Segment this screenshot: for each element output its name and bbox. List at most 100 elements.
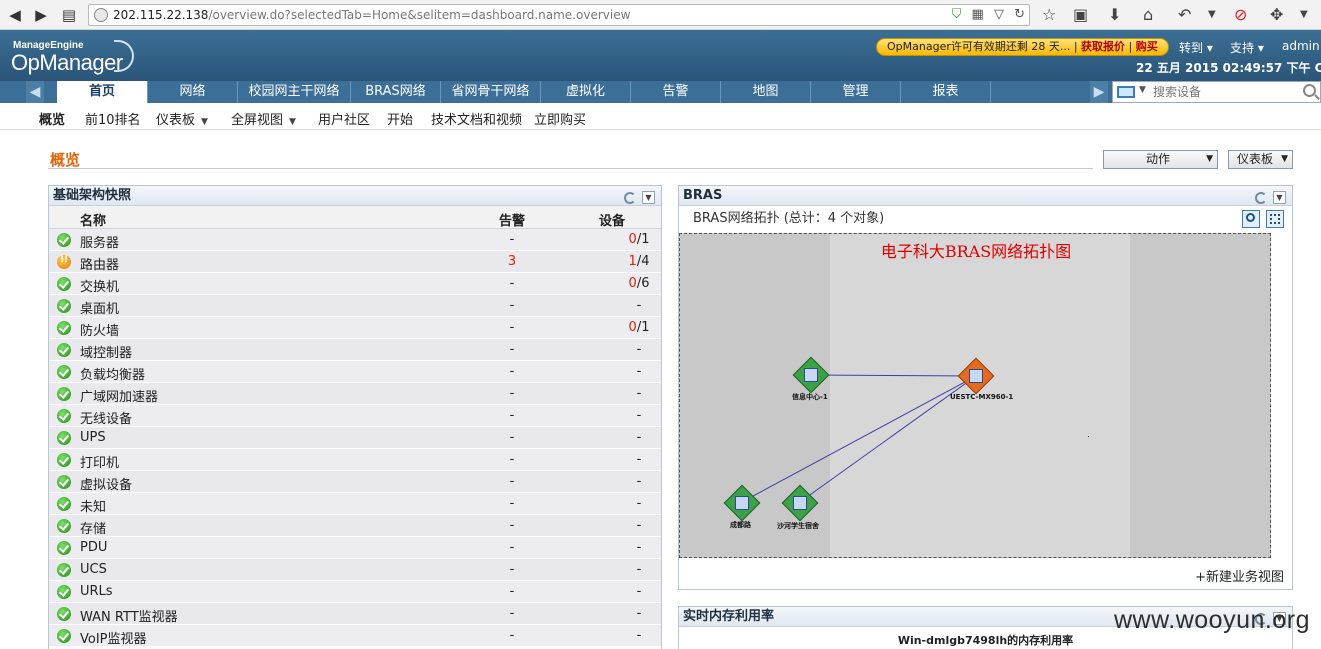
nav-scroll-left-icon[interactable]: ◀ [26, 81, 44, 103]
alarm-count[interactable]: - [489, 386, 535, 401]
device-search-input[interactable] [1153, 84, 1298, 100]
device-count[interactable]: - [609, 342, 669, 357]
tab-campus-backbone[interactable]: 校园网主干网络 [237, 81, 350, 103]
category-name[interactable]: PDU [80, 540, 107, 555]
subnav-dashboard[interactable]: 仪表板 ▼ [156, 109, 208, 128]
device-count[interactable]: 0/1 [609, 232, 669, 247]
category-name[interactable]: 路由器 [80, 254, 119, 273]
device-count[interactable]: 1/4 [609, 254, 669, 269]
device-count[interactable]: - [609, 518, 669, 533]
alarm-count[interactable]: - [489, 496, 535, 511]
get-quote-link[interactable]: 获取报价 [1081, 40, 1125, 53]
table-row[interactable]: 防火墙 -0/1 [49, 317, 661, 339]
support-menu[interactable]: 支持 ▾ [1230, 39, 1264, 56]
category-name[interactable]: 无线设备 [80, 408, 132, 427]
alarm-count[interactable]: - [489, 342, 535, 357]
nav-scroll-right-icon[interactable]: ▶ [1090, 81, 1108, 103]
undo-icon[interactable]: ↶ [1178, 4, 1191, 26]
dropdown-icon[interactable]: ▽ [994, 7, 1004, 22]
brand-logo[interactable]: OpManager [11, 50, 123, 76]
category-name[interactable]: WAN RTT监视器 [80, 606, 178, 625]
category-name[interactable]: 虚拟设备 [80, 474, 132, 493]
category-name[interactable]: 桌面机 [80, 298, 119, 317]
fullscreen-icon[interactable] [1266, 210, 1284, 228]
category-name[interactable]: 域控制器 [80, 342, 132, 361]
alarm-count[interactable]: - [489, 320, 535, 335]
table-row[interactable]: VoIP监视器 - - [49, 625, 661, 647]
new-business-view-link[interactable]: +新建业务视图 [1195, 566, 1284, 585]
tab-home[interactable]: 首页 [57, 81, 147, 104]
table-row[interactable]: URLs - - [49, 581, 661, 603]
device-count[interactable]: - [609, 430, 669, 445]
category-name[interactable]: 服务器 [80, 232, 119, 251]
device-count[interactable]: - [609, 364, 669, 379]
subnav-overview[interactable]: 概览 [39, 109, 65, 128]
buy-link[interactable]: 购买 [1136, 40, 1158, 53]
alarm-count[interactable]: - [489, 408, 535, 423]
alarm-count[interactable]: - [489, 298, 535, 313]
folder-icon[interactable]: ▤ [58, 4, 80, 26]
alarm-count[interactable]: - [489, 276, 535, 291]
device-count[interactable]: - [609, 474, 669, 489]
alarm-count[interactable]: - [489, 232, 535, 247]
table-row[interactable]: 桌面机 - - [49, 295, 661, 317]
table-row[interactable]: 域控制器 - - [49, 339, 661, 361]
device-count[interactable]: - [609, 628, 669, 643]
menu-dropdown-icon[interactable]: ▼ [1300, 4, 1308, 26]
dashboard-select[interactable]: 仪表板 ▼ [1228, 150, 1293, 169]
category-name[interactable]: VoIP监视器 [80, 628, 147, 647]
tab-reports[interactable]: 报表 [900, 81, 990, 103]
subnav-top10[interactable]: 前10排名 [85, 109, 141, 128]
device-count[interactable]: - [609, 562, 669, 577]
table-row[interactable]: 无线设备 - - [49, 405, 661, 427]
tab-bras[interactable]: BRAS网络 [350, 81, 440, 103]
tab-maps[interactable]: 地图 [720, 81, 810, 103]
category-name[interactable]: 存储 [80, 518, 106, 537]
device-count[interactable]: - [609, 606, 669, 621]
subnav-community[interactable]: 用户社区 [318, 109, 370, 128]
tab-network[interactable]: 网络 [147, 81, 237, 103]
category-name[interactable]: 打印机 [80, 452, 119, 471]
device-count[interactable]: - [609, 496, 669, 511]
table-row[interactable]: 虚拟设备 - - [49, 471, 661, 493]
category-name[interactable]: UPS [80, 430, 106, 445]
device-count[interactable]: - [609, 408, 669, 423]
alarm-count[interactable]: - [489, 518, 535, 533]
table-row[interactable]: 未知 - - [49, 493, 661, 515]
category-name[interactable]: 交换机 [80, 276, 119, 295]
tab-province-backbone[interactable]: 省网骨干网络 [440, 81, 540, 103]
category-name[interactable]: URLs [80, 584, 113, 599]
table-row[interactable]: 服务器 -0/1 [49, 229, 661, 251]
qrcode-icon[interactable]: ▦ [972, 7, 984, 22]
table-row[interactable]: UCS - - [49, 559, 661, 581]
back-icon[interactable]: ◀ [4, 4, 26, 26]
star-icon[interactable]: ☆ [1042, 4, 1056, 26]
panel-menu-icon[interactable]: ▼ [1273, 191, 1286, 204]
table-row[interactable]: 路由器31/4 [49, 251, 661, 273]
forward-icon[interactable]: ▶ [30, 4, 52, 26]
refresh-icon[interactable] [1255, 191, 1267, 204]
alarm-count[interactable]: - [489, 474, 535, 489]
device-count[interactable]: 0/1 [609, 320, 669, 335]
reload-icon[interactable]: ↻ [1014, 7, 1025, 22]
goto-menu[interactable]: 转到 ▾ [1179, 39, 1213, 56]
table-row[interactable]: 交换机 -0/6 [49, 273, 661, 295]
category-name[interactable]: 负载均衡器 [80, 364, 145, 383]
home-icon[interactable]: ⌂ [1143, 4, 1153, 26]
alarm-count[interactable]: - [489, 364, 535, 379]
alarm-count[interactable]: - [489, 430, 535, 445]
category-name[interactable]: 未知 [80, 496, 106, 515]
subnav-buy-now[interactable]: 立即购买 [534, 109, 586, 128]
device-count[interactable]: 0/6 [609, 276, 669, 291]
table-row[interactable]: 广域网加速器 - - [49, 383, 661, 405]
refresh-icon[interactable] [624, 191, 636, 204]
alarm-count[interactable]: - [489, 562, 535, 577]
search-type-dropdown-icon[interactable]: ▼ [1139, 85, 1146, 95]
table-row[interactable]: UPS - - [49, 427, 661, 449]
table-row[interactable]: PDU - - [49, 537, 661, 559]
zoom-in-icon[interactable] [1241, 210, 1260, 228]
license-banner[interactable]: OpManager许可有效期还剩 28 天... | 获取报价 | 购买 [876, 38, 1169, 56]
table-row[interactable]: WAN RTT监视器 - - [49, 603, 661, 625]
alarm-count[interactable]: - [489, 584, 535, 599]
block-icon[interactable]: ⊘ [1234, 4, 1247, 26]
